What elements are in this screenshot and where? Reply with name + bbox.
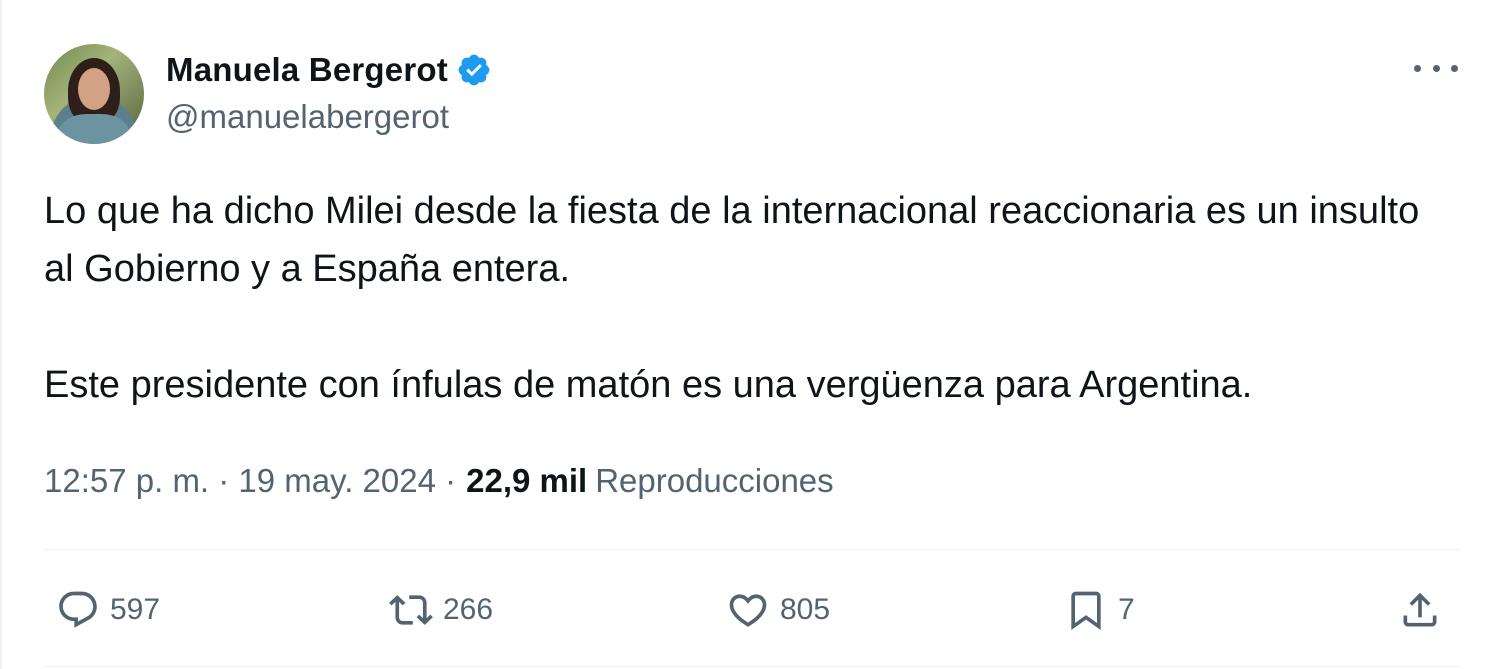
retweet-button[interactable]: 266	[389, 583, 493, 637]
bookmark-button[interactable]: 7	[1064, 583, 1135, 637]
like-button[interactable]: 805	[726, 583, 830, 637]
divider	[44, 666, 1460, 667]
verified-badge-icon	[458, 54, 490, 86]
tweet-timestamp[interactable]: 12:57 p. m. · 19 may. 2024 ·	[44, 462, 456, 500]
more-dot	[1451, 64, 1458, 72]
tweet-paragraph: Lo que ha dicho Milei desde la fiesta de…	[44, 190, 1420, 290]
views-count: 22,9 mil	[466, 462, 588, 499]
reply-button[interactable]: 597	[56, 583, 160, 637]
like-count: 805	[780, 593, 831, 626]
avatar-body	[58, 114, 130, 144]
share-icon	[1403, 592, 1437, 627]
heart-icon	[729, 594, 767, 627]
more-dot	[1432, 64, 1440, 72]
more-options-icon[interactable]	[1414, 56, 1458, 80]
retweet-icon	[389, 595, 433, 625]
author-display-name[interactable]: Manuela Bergerot	[166, 51, 448, 89]
avatar[interactable]	[44, 44, 144, 144]
reply-count: 597	[110, 593, 161, 626]
card-border	[0, 0, 2, 669]
views-label: Reproducciones	[595, 462, 834, 499]
avatar-face	[78, 68, 110, 110]
divider	[44, 549, 1460, 550]
author-name-row[interactable]: Manuela Bergerot	[166, 50, 492, 90]
share-button[interactable]	[1398, 583, 1442, 637]
tweet-text: Lo que ha dicho Milei desde la fiesta de…	[44, 182, 1444, 414]
retweet-count: 266	[443, 593, 494, 626]
tweet-paragraph: Este presidente con ínfulas de matón es …	[44, 364, 1253, 406]
author-handle[interactable]: @manuelabergerot	[166, 98, 449, 136]
bookmark-icon	[1071, 591, 1101, 631]
reply-icon	[59, 591, 97, 628]
tweet-metadata: 12:57 p. m. · 19 may. 2024 · 22,9 mil Re…	[44, 462, 834, 500]
more-dot	[1414, 64, 1421, 72]
bookmark-count: 7	[1118, 593, 1135, 626]
